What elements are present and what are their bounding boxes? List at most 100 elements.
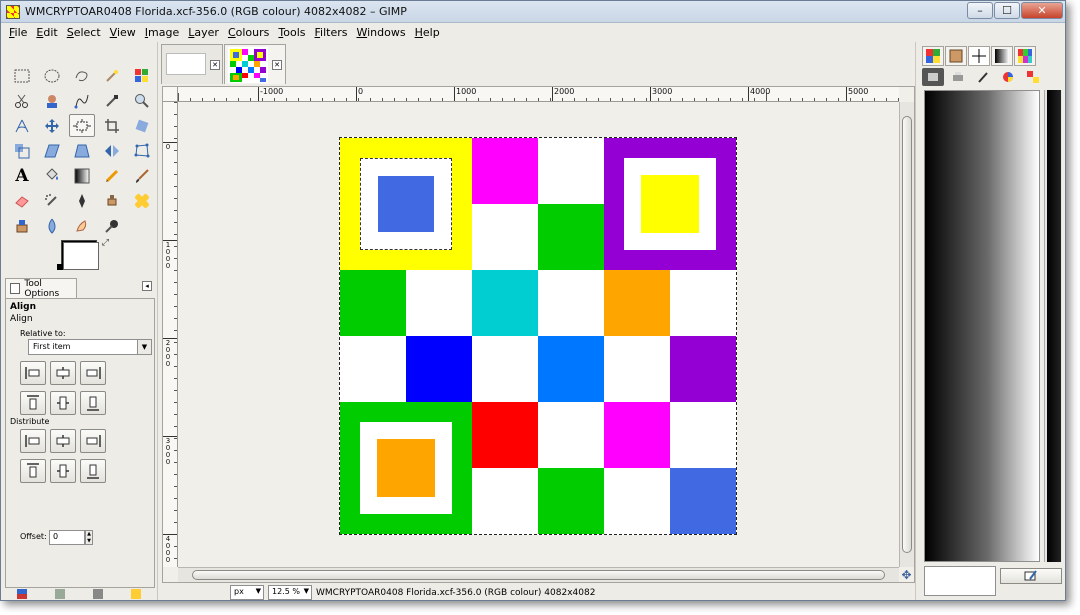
flip-tool-icon[interactable] [99,139,125,162]
menu-item-layer[interactable]: Layer [188,26,219,39]
menu-item-filters[interactable]: Filters [315,26,348,39]
gradients-tab-icon[interactable] [991,46,1013,66]
close-icon[interactable]: ✕ [272,60,282,70]
blend-tool-icon[interactable] [69,164,95,187]
offset-spinner[interactable]: ▲ ▼ [85,530,93,545]
distribute-center-button[interactable] [50,429,76,453]
image-tab-2[interactable]: ✕ [224,44,286,84]
zoom-tool-icon[interactable] [129,89,155,112]
unit-select[interactable]: px ▼ [230,585,264,600]
align-right-button[interactable] [80,361,106,385]
move-tool-icon[interactable] [39,114,65,137]
airbrush-tool-icon[interactable] [39,189,65,212]
gradient-preview[interactable] [924,90,1040,562]
vertical-scrollbar[interactable] [899,102,914,567]
vertical-scroll-thumb[interactable] [902,116,912,553]
crosshair-tab-icon[interactable] [968,46,990,66]
chevron-down-icon[interactable]: ▼ [137,340,151,354]
blur-tool-icon[interactable] [39,214,65,237]
distribute-middle-button[interactable] [50,459,76,483]
paintbrush-tool-icon[interactable] [129,164,155,187]
menu-item-colours[interactable]: Colours [228,26,269,39]
measure-tool-icon[interactable] [9,114,35,137]
zoom-select[interactable]: 12.5 % ▼ [268,585,312,600]
brushes-tab-icon[interactable] [945,46,967,66]
printer-tab-icon[interactable] [947,68,969,86]
rotate-tool-icon[interactable] [129,114,155,137]
dock-bottom-preview[interactable] [924,566,996,596]
clone-tool-icon[interactable] [99,189,125,212]
align-tool-icon[interactable] [69,114,95,137]
foreground-select-tool-icon[interactable] [39,89,65,112]
maximize-button[interactable]: ☐ [994,2,1020,19]
ellipse-select-tool-icon[interactable] [39,64,65,87]
title-bar[interactable]: WMCRYPTOAR0408 Florida.xcf-356.0 (RGB co… [1,1,1065,23]
smudge-tool-icon[interactable] [69,214,95,237]
distribute-top-button[interactable] [20,459,46,483]
offset-input[interactable]: 0 [49,530,85,545]
horizontal-scroll-thumb[interactable] [192,570,885,580]
shear-tool-icon[interactable] [39,139,65,162]
reset-options-icon[interactable] [131,589,141,599]
align-left-button[interactable] [20,361,46,385]
paths-tool-icon[interactable] [69,89,95,112]
background-color[interactable] [63,242,99,270]
perspective-clone-tool-icon[interactable] [9,214,35,237]
dodge-burn-tool-icon[interactable] [99,214,125,237]
close-icon[interactable]: ✕ [210,60,220,70]
image-tab-1[interactable]: ✕ [161,44,223,84]
align-center-button[interactable] [50,361,76,385]
save-options-icon[interactable] [17,589,27,599]
restore-options-icon[interactable] [55,589,65,599]
ruler-corner[interactable] [163,87,178,102]
default-colors-icon[interactable] [57,264,63,270]
menu-item-image[interactable]: Image [145,26,179,39]
panel-menu-icon[interactable]: ◂ [142,281,152,291]
scissors-tool-icon[interactable] [9,89,35,112]
layers-tab-icon[interactable] [922,68,944,86]
palettes-tab-icon[interactable] [1014,46,1036,66]
crop-tool-icon[interactable] [99,114,125,137]
navigate-icon[interactable]: ✥ [899,567,914,582]
align-top-button[interactable] [20,391,46,415]
fuzzy-select-tool-icon[interactable] [99,64,125,87]
menu-item-windows[interactable]: Windows [356,26,405,39]
color-picker-tool-icon[interactable] [99,89,125,112]
swap-colors-icon[interactable]: ⤢ [102,238,109,248]
color-wheel-tab-icon[interactable] [997,68,1019,86]
fg-bg-color-widget[interactable]: ⤢ [57,238,111,276]
heal-tool-icon[interactable] [129,189,155,212]
menu-item-view[interactable]: View [110,26,136,39]
pencil-tool-icon[interactable] [99,164,125,187]
perspective-tool-icon[interactable] [69,139,95,162]
pattern-tab-icon[interactable] [922,46,944,66]
horizontal-scrollbar[interactable] [178,567,899,582]
text-tool-icon[interactable]: A [9,164,35,187]
tool-options-tab[interactable]: Tool Options [5,278,77,299]
vertical-ruler[interactable]: 0 1 0 0 0 2 0 0 0 3 0 0 0 4 0 0 0 [163,102,178,567]
image-canvas[interactable] [339,137,737,535]
close-button[interactable]: ✕ [1021,2,1063,19]
paint-dynamics-tab-icon[interactable] [972,68,994,86]
dock-side-scrollbar[interactable] [1044,90,1062,562]
horizontal-ruler[interactable]: -1000 0 1000 2000 3000 4000 5000 [178,87,899,102]
edit-gradient-button[interactable] [1000,568,1062,584]
scale-tool-icon[interactable] [9,139,35,162]
ink-tool-icon[interactable] [69,189,95,212]
menu-item-help[interactable]: Help [415,26,440,39]
menu-item-select[interactable]: Select [67,26,101,39]
align-middle-button[interactable] [50,391,76,415]
distribute-left-button[interactable] [20,429,46,453]
menu-item-edit[interactable]: Edit [36,26,57,39]
delete-options-icon[interactable] [93,589,103,599]
distribute-bottom-button[interactable] [80,459,106,483]
free-select-tool-icon[interactable] [69,64,95,87]
rect-select-tool-icon[interactable] [9,64,35,87]
minimize-button[interactable]: – [967,2,993,19]
menu-item-tools[interactable]: Tools [278,26,305,39]
eraser-tool-icon[interactable] [9,189,35,212]
select-by-color-tool-icon[interactable] [129,64,155,87]
relative-to-select[interactable]: First item ▼ [28,339,152,355]
menu-item-file[interactable]: File [9,26,27,39]
cage-transform-tool-icon[interactable] [129,139,155,162]
